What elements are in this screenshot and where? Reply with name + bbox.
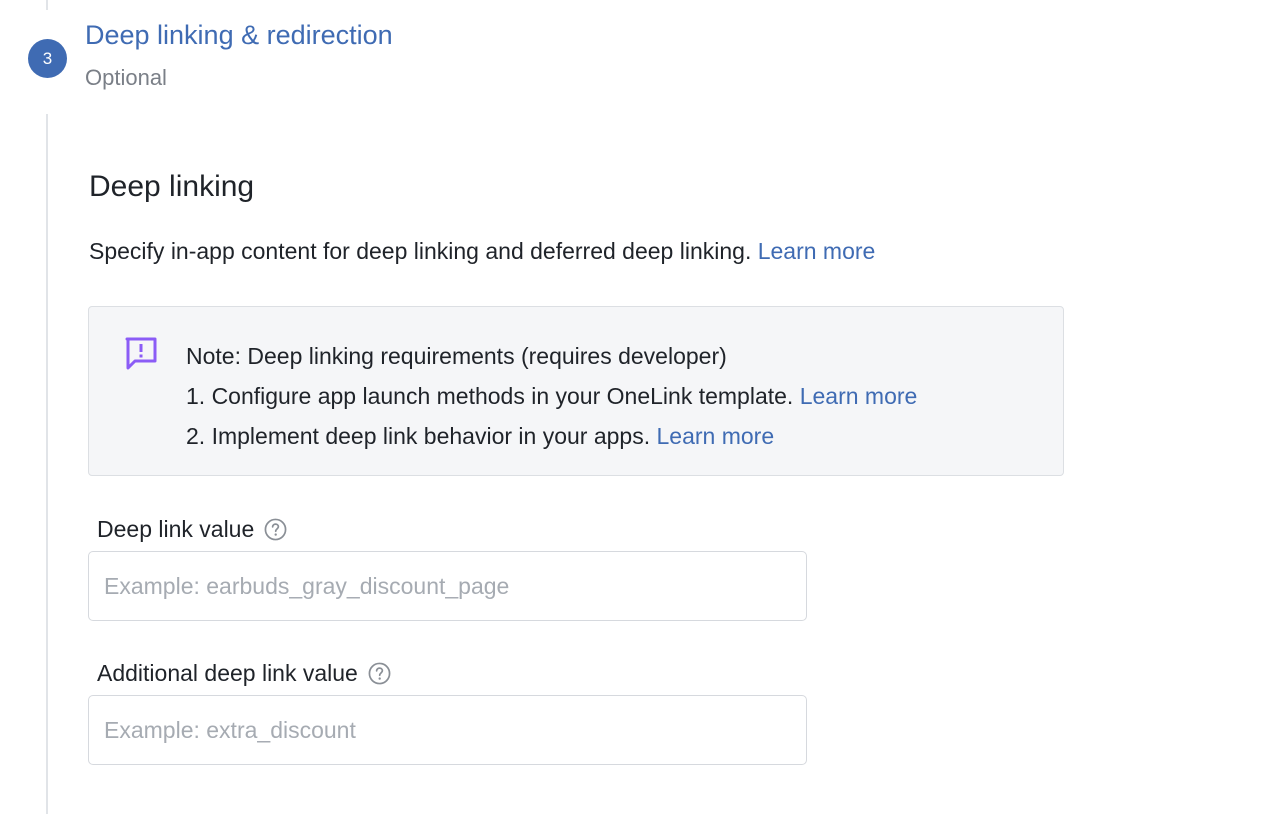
additional-deep-link-value-label: Additional deep link value	[97, 660, 391, 687]
note-heading-line: Note: Deep linking requirements (require…	[186, 336, 917, 376]
step-connector-line	[46, 114, 48, 814]
step-subtitle: Optional	[85, 65, 167, 90]
note-item: 1. Configure app launch methods in your …	[186, 376, 917, 416]
note-label: Note:	[186, 343, 241, 369]
note-box: Note: Deep linking requirements (require…	[88, 306, 1064, 476]
step-number: 3	[42, 48, 53, 68]
additional-deep-link-value-label-text: Additional deep link value	[97, 660, 358, 686]
learn-more-link[interactable]: Learn more	[758, 238, 876, 264]
step-title[interactable]: Deep linking & redirection	[85, 20, 393, 51]
step-number-badge: 3	[28, 39, 67, 78]
deep-link-value-label-text: Deep link value	[97, 516, 255, 542]
additional-deep-link-value-input[interactable]	[88, 695, 807, 765]
help-circle-icon[interactable]	[264, 518, 287, 541]
step-connector-top	[46, 0, 48, 10]
note-item: 2. Implement deep link behavior in your …	[186, 416, 917, 456]
deep-link-value-label: Deep link value	[97, 516, 287, 543]
note-item-learn-more-link[interactable]: Learn more	[657, 423, 775, 449]
section-description: Specify in-app content for deep linking …	[89, 238, 875, 265]
section-description-text: Specify in-app content for deep linking …	[89, 238, 752, 264]
deep-link-value-input[interactable]	[88, 551, 807, 621]
message-alert-icon	[125, 337, 157, 370]
help-circle-icon[interactable]	[368, 662, 391, 685]
note-item-text: 1. Configure app launch methods in your …	[186, 383, 794, 409]
note-heading: Deep linking requirements (requires deve…	[247, 343, 727, 369]
note-item-learn-more-link[interactable]: Learn more	[800, 383, 918, 409]
section-title: Deep linking	[89, 170, 255, 203]
note-content: Note: Deep linking requirements (require…	[186, 336, 917, 456]
note-item-text: 2. Implement deep link behavior in your …	[186, 423, 651, 449]
